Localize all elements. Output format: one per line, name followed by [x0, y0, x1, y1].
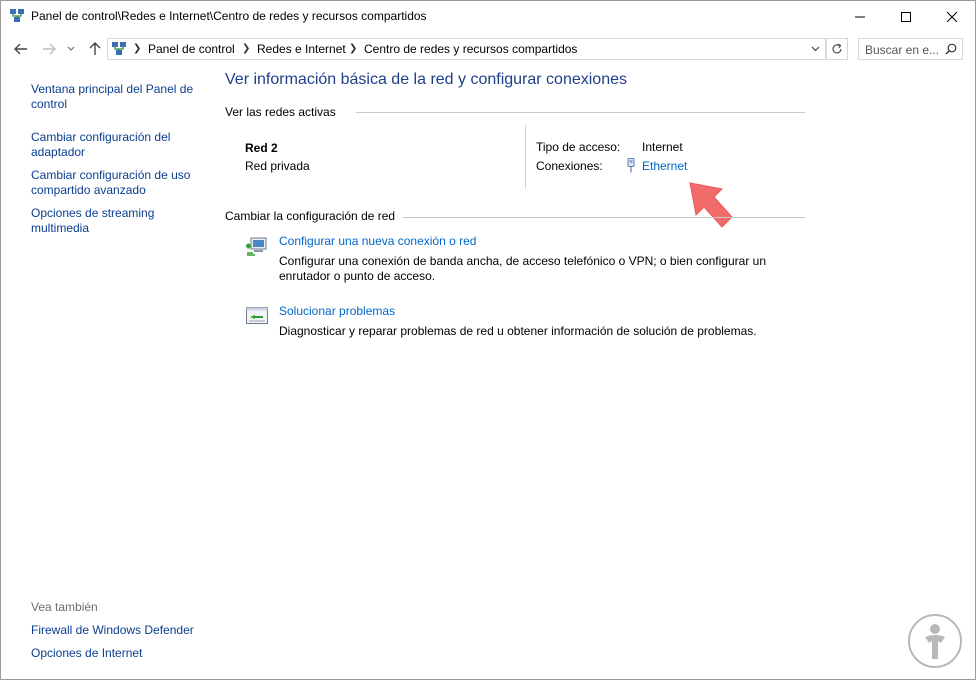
windows-defender-firewall-link[interactable]: Firewall de Windows Defender [31, 623, 206, 638]
tasks-pane: Ventana principal del Panel de control C… [1, 67, 216, 679]
close-icon [947, 11, 957, 22]
see-also-heading: Vea también [31, 600, 98, 614]
arrow-left-icon [14, 43, 27, 55]
section-divider [403, 217, 805, 218]
media-streaming-options-link[interactable]: Opciones de streaming multimedia [31, 206, 206, 236]
address-history-dropdown[interactable] [806, 38, 826, 60]
search-input[interactable] [865, 42, 941, 57]
ethernet-icon [627, 158, 635, 173]
annotation-arrow-icon [689, 182, 733, 228]
maximize-button[interactable] [883, 1, 929, 32]
breadcrumb-network-sharing-center[interactable]: Centro de redes y recursos compartidos [364, 42, 577, 56]
connections-label: Conexiones: [536, 159, 603, 173]
page-title: Ver información básica de la red y confi… [225, 71, 627, 88]
setup-new-connection-link[interactable]: Configurar una nueva conexión o red [279, 234, 476, 248]
window-title: Panel de control\Redes e Internet\Centro… [31, 9, 427, 23]
refresh-icon [831, 43, 842, 54]
network-center-icon [112, 42, 126, 55]
change-advanced-sharing-link[interactable]: Cambiar configuración de uso compartido … [31, 168, 206, 198]
ethernet-connection-link[interactable]: Ethernet [642, 159, 687, 173]
access-type-label: Tipo de acceso: [536, 140, 621, 154]
refresh-button[interactable] [826, 38, 848, 60]
network-center-icon [10, 9, 24, 22]
chevron-down-icon [811, 46, 820, 52]
main-content: Ver información básica de la red y confi… [216, 67, 975, 679]
maximize-icon [901, 11, 911, 22]
title-bar: Panel de control\Redes e Internet\Centro… [1, 1, 975, 32]
troubleshoot-problems-link[interactable]: Solucionar problemas [279, 304, 395, 318]
control-panel-home-link[interactable]: Ventana principal del Panel de control [31, 82, 206, 112]
network-sharing-center-window: Panel de control\Redes e Internet\Centro… [0, 0, 976, 680]
address-bar[interactable]: ❯ Panel de control ❯ Redes e Internet ❯ … [107, 38, 827, 60]
troubleshoot-icon[interactable] [245, 304, 269, 328]
breadcrumb-network-internet[interactable]: Redes e Internet [257, 42, 346, 56]
search-box[interactable] [858, 38, 963, 60]
breadcrumb-separator-icon[interactable]: ❯ [133, 43, 141, 54]
internet-options-link[interactable]: Opciones de Internet [31, 646, 206, 661]
section-divider [356, 112, 805, 113]
forward-button[interactable] [39, 39, 59, 59]
arrow-right-icon [43, 43, 56, 55]
access-type-value: Internet [642, 140, 683, 154]
setup-new-connection-description: Configurar una conexión de banda ancha, … [279, 254, 766, 283]
breadcrumb-separator-icon[interactable]: ❯ [349, 43, 357, 54]
breadcrumb-control-panel[interactable]: Panel de control [148, 42, 235, 56]
minimize-button[interactable] [837, 1, 883, 32]
breadcrumb-separator-icon[interactable]: ❯ [242, 43, 250, 54]
active-networks-heading: Ver las redes activas [225, 105, 342, 119]
up-button[interactable] [85, 39, 105, 59]
troubleshoot-problems-description: Diagnosticar y reparar problemas de red … [279, 324, 757, 338]
network-category: Red privada [245, 159, 310, 173]
vertical-divider [525, 125, 526, 189]
chevron-down-icon [67, 46, 75, 51]
arrow-up-icon [89, 42, 101, 55]
recent-locations-button[interactable] [64, 39, 78, 59]
network-name: Red 2 [245, 141, 278, 155]
close-button[interactable] [929, 1, 975, 32]
minimize-icon [855, 16, 865, 17]
watermark-logo [908, 614, 962, 668]
change-adapter-settings-link[interactable]: Cambiar configuración del adaptador [31, 130, 206, 160]
new-connection-icon[interactable] [245, 234, 269, 258]
search-icon [945, 43, 957, 55]
back-button[interactable] [11, 39, 31, 59]
change-settings-heading: Cambiar la configuración de red [225, 209, 402, 223]
